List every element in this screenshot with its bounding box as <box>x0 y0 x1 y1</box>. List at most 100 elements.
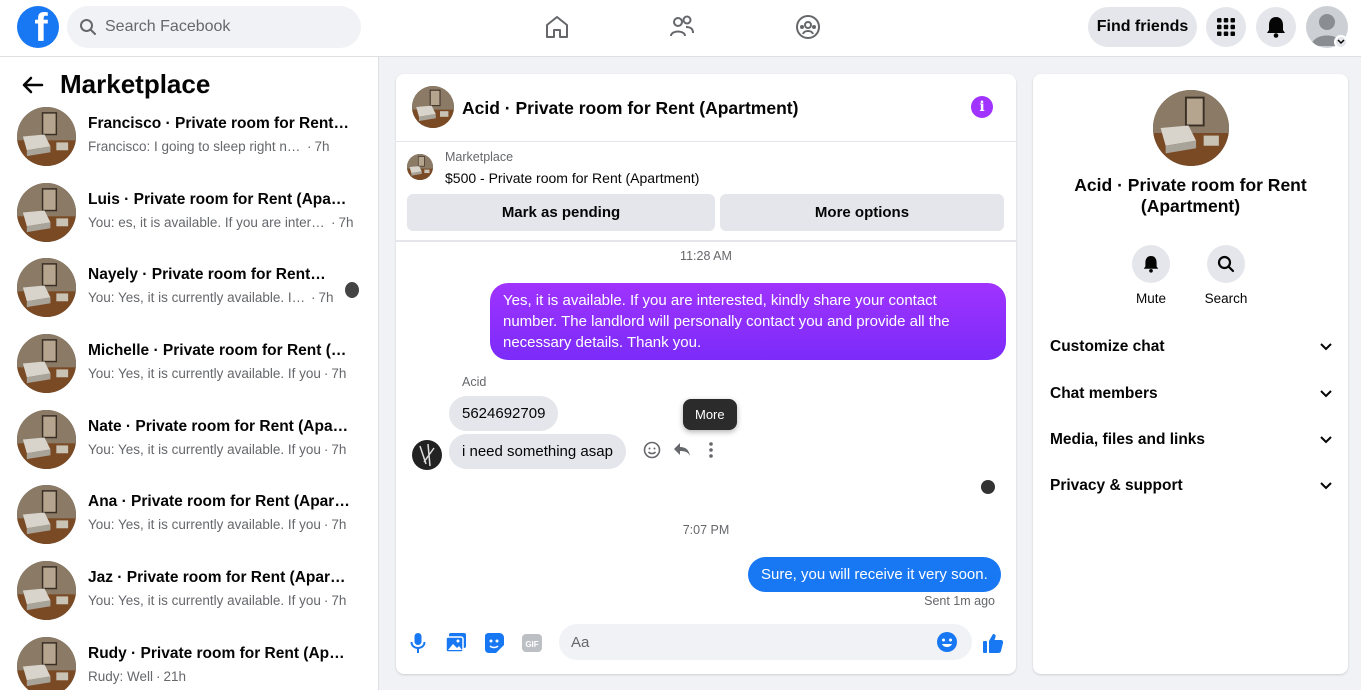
conversation-item[interactable]: Nate · Private room for Rent (Apartment)… <box>17 410 362 472</box>
listing-thumbnail <box>17 637 76 690</box>
conversation-title: Luis · Private room for Rent (Apartment) <box>88 191 350 208</box>
like-icon[interactable] <box>981 631 1005 655</box>
conversation-preview: You: Yes, it is currently available. If … <box>88 442 321 457</box>
react-emoji-icon[interactable] <box>642 440 662 460</box>
more-options-button[interactable]: More options <box>720 194 1004 231</box>
sidebar-header: Marketplace <box>22 69 210 100</box>
back-arrow-icon[interactable] <box>22 76 44 94</box>
message-input[interactable] <box>571 633 931 651</box>
emoji-icon[interactable] <box>936 631 958 653</box>
conversation-preview-row: You: es, it is available. If you are int… <box>88 215 354 230</box>
bell-icon[interactable] <box>1132 245 1170 283</box>
conversation-time: 7h <box>338 215 354 230</box>
conversation-title: Michelle · Private room for Rent (Apartm… <box>88 342 350 359</box>
listing-thumbnail <box>17 485 76 544</box>
search-action[interactable]: Search <box>1191 245 1261 306</box>
conversation-item[interactable]: Nayely · Private room for Rent (Apartmen… <box>17 258 362 320</box>
listing-thumbnail <box>17 410 76 469</box>
conversation-preview: Rudy: Well <box>88 669 154 684</box>
microphone-icon[interactable] <box>406 631 430 655</box>
sender-avatar[interactable] <box>412 440 442 470</box>
conversation-item[interactable]: Rudy · Private room for Rent (Apartment)… <box>17 637 362 690</box>
outgoing-message[interactable]: Yes, it is available. If you are interes… <box>490 283 1006 360</box>
more-vertical-icon[interactable] <box>701 440 721 460</box>
reply-icon[interactable] <box>672 440 692 460</box>
section-label: Customize chat <box>1050 338 1165 355</box>
sidebar-title: Marketplace <box>60 69 211 99</box>
conversation-preview-row: You: Yes, it is currently available. If … <box>88 593 347 608</box>
listing-thumbnail[interactable] <box>407 154 433 180</box>
conversation-preview: You: es, it is available. If you are int… <box>88 215 328 230</box>
conversation-title: Rudy · Private room for Rent (Apartment) <box>88 645 350 662</box>
chat-title[interactable]: Acid · Private room for Rent (Apartment) <box>462 98 798 119</box>
conversation-preview-row: Rudy: Well · 21h <box>88 669 187 684</box>
conversation-preview: You: Yes, it is currently available. If … <box>88 366 321 381</box>
conversation-title: Nayely · Private room for Rent (Apartmen… <box>88 266 330 283</box>
conversation-time: 21h <box>163 669 187 684</box>
conversation-item[interactable]: Ana · Private room for Rent (Apartment) … <box>17 485 362 547</box>
message-timestamp: 7:07 PM <box>682 523 730 537</box>
privacy-support-section[interactable]: Privacy & support <box>1050 471 1332 501</box>
search-input[interactable] <box>105 18 335 36</box>
marketplace-sidebar: Marketplace Francisco · Private room for… <box>0 57 379 690</box>
listing-thumbnail <box>17 107 76 166</box>
conversation-time: 7h <box>314 139 330 154</box>
conversation-item[interactable]: Luis · Private room for Rent (Apartment)… <box>17 183 362 245</box>
facebook-logo[interactable]: f <box>17 6 59 48</box>
mark-as-pending-button[interactable]: Mark as pending <box>407 194 715 231</box>
home-icon[interactable] <box>543 13 571 41</box>
conversation-preview: Francisco: I going to sleep right now <box>88 139 304 154</box>
conversation-item[interactable]: Jaz · Private room for Rent (Apartment) … <box>17 561 362 623</box>
search-label: Search <box>1204 291 1248 306</box>
search-bar[interactable] <box>67 6 361 48</box>
message-timestamp: 11:28 AM <box>680 249 732 263</box>
chat-avatar[interactable] <box>412 86 454 128</box>
details-title: Acid · Private room for Rent (Apartment) <box>1074 175 1307 216</box>
chevron-down-icon <box>1320 482 1332 490</box>
logo-letter: f <box>34 6 48 48</box>
notifications-bell-icon[interactable] <box>1256 7 1296 47</box>
customize-chat-section[interactable]: Customize chat <box>1050 332 1332 362</box>
chevron-down-icon <box>1320 436 1332 444</box>
conversation-preview: You: Yes, it is currently available. If … <box>88 290 308 305</box>
conversation-preview: You: Yes, it is currently available. If … <box>88 517 321 532</box>
message-composer[interactable] <box>559 624 972 660</box>
menu-grid-icon[interactable] <box>1206 7 1246 47</box>
conversation-title: Ana · Private room for Rent (Apartment) <box>88 493 350 510</box>
section-label: Media, files and links <box>1050 431 1206 448</box>
conversation-time: 7h <box>331 593 347 608</box>
groups-icon[interactable] <box>794 13 822 41</box>
svg-text:GIF: GIF <box>525 640 538 649</box>
incoming-message[interactable]: 5624692709 <box>449 396 559 431</box>
listing-thumbnail <box>17 561 76 620</box>
sent-status: Sent 1m ago <box>924 594 995 608</box>
search-icon[interactable] <box>1207 245 1245 283</box>
mute-action[interactable]: Mute <box>1116 245 1186 306</box>
outgoing-message[interactable]: Sure, you will receive it very soon. <box>748 557 1001 592</box>
section-label: Chat members <box>1050 385 1158 402</box>
gif-icon[interactable]: GIF <box>520 631 544 655</box>
info-icon[interactable]: i <box>971 96 993 118</box>
seen-avatar <box>981 480 995 494</box>
friends-icon[interactable] <box>668 13 696 41</box>
incoming-message[interactable]: i need something asap <box>449 434 626 469</box>
section-label: Privacy & support <box>1050 477 1183 494</box>
conversation-item[interactable]: Francisco · Private room for Rent (Apart… <box>17 107 362 169</box>
conversation-time: 7h <box>331 366 347 381</box>
conversation-preview: You: Yes, it is currently available. If … <box>88 593 321 608</box>
conversation-preview-row: You: Yes, it is currently available. If … <box>88 442 347 457</box>
chevron-down-icon[interactable] <box>1334 35 1348 49</box>
listing-title[interactable]: $500 - Private room for Rent (Apartment) <box>445 170 699 186</box>
marketplace-label: Marketplace <box>445 150 514 164</box>
conversation-item[interactable]: Michelle · Private room for Rent (Apartm… <box>17 334 362 396</box>
find-friends-button[interactable]: Find friends <box>1088 7 1197 47</box>
mute-label: Mute <box>1135 291 1166 306</box>
listing-thumbnail <box>17 334 76 393</box>
details-avatar[interactable] <box>1153 90 1229 166</box>
sticker-icon[interactable] <box>482 631 506 655</box>
media-files-links-section[interactable]: Media, files and links <box>1050 425 1332 455</box>
conversation-title: Jaz · Private room for Rent (Apartment) <box>88 569 350 586</box>
photo-icon[interactable] <box>444 631 468 655</box>
chat-members-section[interactable]: Chat members <box>1050 379 1332 409</box>
conversation-preview-row: You: Yes, it is currently available. If … <box>88 366 347 381</box>
